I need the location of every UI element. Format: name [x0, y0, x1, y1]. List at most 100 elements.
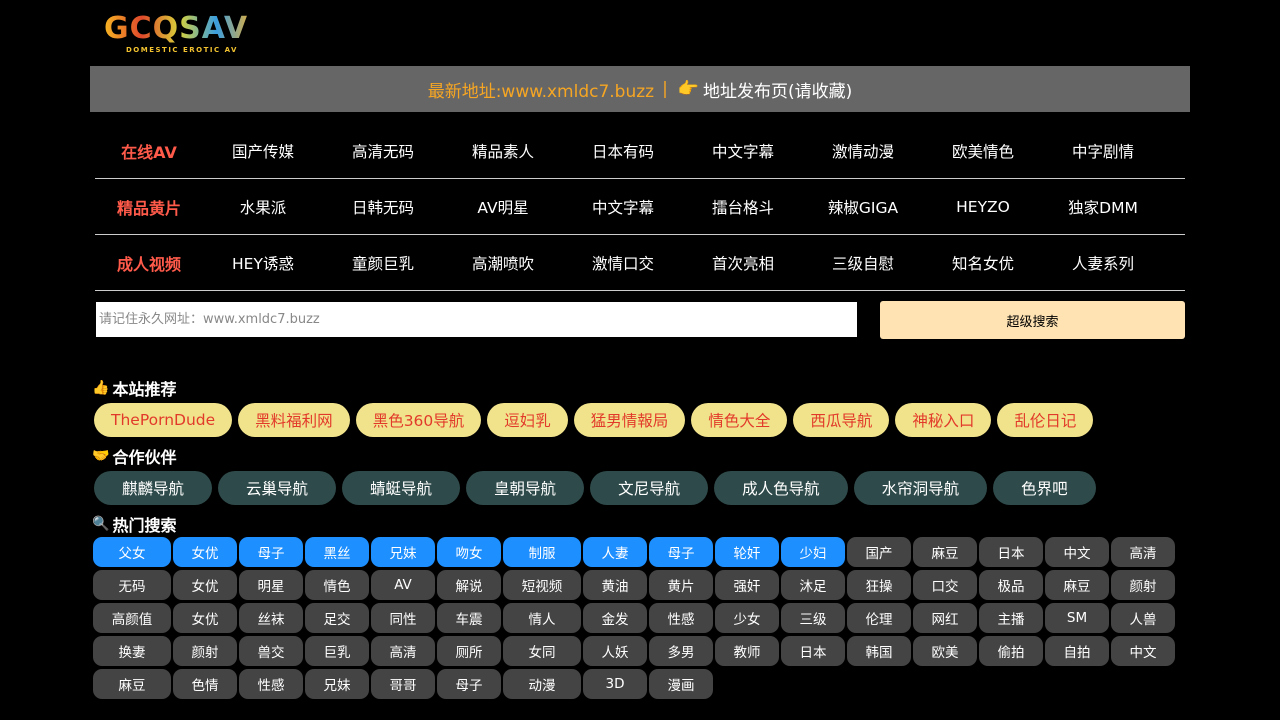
hot-search-tag[interactable]: 动漫 [503, 669, 581, 699]
nav-link[interactable]: 中文字幕 [563, 196, 683, 218]
nav-link[interactable]: 激情动漫 [803, 140, 923, 162]
hot-search-tag[interactable]: 无码 [93, 570, 171, 600]
partner-link[interactable]: 皇朝导航 [466, 471, 585, 505]
hot-search-tag[interactable]: 伦理 [847, 603, 911, 633]
recommend-link[interactable]: 猛男情報局 [573, 403, 686, 437]
hot-search-tag[interactable]: 少妇 [781, 537, 845, 567]
recommend-link[interactable]: ThePornDude [94, 403, 233, 437]
hot-search-tag[interactable]: 麻豆 [913, 537, 977, 567]
hot-search-tag[interactable]: 色情 [173, 669, 237, 699]
nav-link[interactable]: 独家DMM [1043, 196, 1163, 218]
hot-search-tag[interactable]: 欧美 [913, 636, 977, 666]
nav-link[interactable]: 中文字幕 [683, 140, 803, 162]
hot-search-tag[interactable]: 哥哥 [371, 669, 435, 699]
hot-search-tag[interactable]: 教师 [715, 636, 779, 666]
recommend-link[interactable]: 乱伦日记 [997, 403, 1094, 437]
hot-search-tag[interactable]: 性感 [649, 603, 713, 633]
hot-search-tag[interactable]: 明星 [239, 570, 303, 600]
recommend-link[interactable]: 逗妇乳 [487, 403, 568, 437]
hot-search-tag[interactable]: 极品 [979, 570, 1043, 600]
nav-row-heading[interactable]: 成人视频 [95, 251, 203, 275]
nav-link[interactable]: 日本有码 [563, 140, 683, 162]
hot-search-tag[interactable]: 制服 [503, 537, 581, 567]
hot-search-tag[interactable]: 多男 [649, 636, 713, 666]
hot-search-tag[interactable]: 口交 [913, 570, 977, 600]
hot-search-tag[interactable]: 丝袜 [239, 603, 303, 633]
hot-search-tag[interactable]: 网红 [913, 603, 977, 633]
hot-search-tag[interactable]: 国产 [847, 537, 911, 567]
hot-search-tag[interactable]: 女优 [173, 603, 237, 633]
hot-search-tag[interactable]: 日本 [781, 636, 845, 666]
nav-link[interactable]: 擂台格斗 [683, 196, 803, 218]
recommend-link[interactable]: 黑料福利网 [238, 403, 350, 437]
latest-address-link[interactable]: 最新地址:www.xmldc7.buzz [428, 77, 654, 102]
nav-link[interactable]: 知名女优 [923, 252, 1043, 274]
hot-search-tag[interactable]: 沐足 [781, 570, 845, 600]
hot-search-tag[interactable]: 情色 [305, 570, 369, 600]
hot-search-tag[interactable]: 兽交 [239, 636, 303, 666]
hot-search-tag[interactable]: 母子 [239, 537, 303, 567]
hot-search-tag[interactable]: 父女 [93, 537, 171, 567]
hot-search-tag[interactable]: 解说 [437, 570, 501, 600]
hot-search-tag[interactable]: 兄妹 [305, 669, 369, 699]
hot-search-tag[interactable]: 麻豆 [93, 669, 171, 699]
hot-search-tag[interactable]: 狂操 [847, 570, 911, 600]
hot-search-tag[interactable]: 三级 [781, 603, 845, 633]
partner-link[interactable]: 云巢导航 [218, 471, 337, 505]
nav-link[interactable]: HEYZO [923, 198, 1043, 216]
hot-search-tag[interactable]: 女同 [503, 636, 581, 666]
hot-search-tag[interactable]: 高清 [371, 636, 435, 666]
nav-link[interactable]: HEY诱惑 [203, 252, 323, 274]
nav-link[interactable]: 高清无码 [323, 140, 443, 162]
hot-search-tag[interactable]: 母子 [437, 669, 501, 699]
hot-search-tag[interactable]: 女优 [173, 570, 237, 600]
hot-search-tag[interactable]: 轮奸 [715, 537, 779, 567]
hot-search-tag[interactable]: 情人 [503, 603, 581, 633]
recommend-link[interactable]: 黑色360导航 [355, 403, 482, 437]
hot-search-tag[interactable]: 高清 [1111, 537, 1175, 567]
partner-link[interactable]: 蜻蜓导航 [342, 471, 461, 505]
nav-link[interactable]: 日韩无码 [323, 196, 443, 218]
partner-link[interactable]: 色界吧 [993, 471, 1096, 505]
hot-search-tag[interactable]: 中文 [1045, 537, 1109, 567]
nav-link[interactable]: 水果派 [203, 196, 323, 218]
hot-search-tag[interactable]: 偷拍 [979, 636, 1043, 666]
hot-search-tag[interactable]: 厕所 [437, 636, 501, 666]
hot-search-tag[interactable]: 3D [583, 669, 647, 699]
recommend-link[interactable]: 情色大全 [691, 403, 788, 437]
super-search-button[interactable]: 超级搜索 [880, 301, 1185, 339]
nav-row-heading[interactable]: 精品黄片 [95, 195, 203, 219]
hot-search-tag[interactable]: 同性 [371, 603, 435, 633]
partner-link[interactable]: 水帘洞导航 [853, 471, 988, 505]
hot-search-tag[interactable]: 黄片 [649, 570, 713, 600]
hot-search-tag[interactable]: 兄妹 [371, 537, 435, 567]
hot-search-tag[interactable]: 日本 [979, 537, 1043, 567]
hot-search-tag[interactable]: 短视频 [503, 570, 581, 600]
hot-search-tag[interactable]: 巨乳 [305, 636, 369, 666]
hot-search-tag[interactable]: 吻女 [437, 537, 501, 567]
hot-search-tag[interactable]: 麻豆 [1045, 570, 1109, 600]
partner-link[interactable]: 文尼导航 [590, 471, 709, 505]
hot-search-tag[interactable]: 人妖 [583, 636, 647, 666]
hot-search-tag[interactable]: 漫画 [649, 669, 713, 699]
hot-search-tag[interactable]: 颜射 [1111, 570, 1175, 600]
hot-search-tag[interactable]: 人妻 [583, 537, 647, 567]
recommend-link[interactable]: 西瓜导航 [793, 403, 890, 437]
hot-search-tag[interactable]: 性感 [239, 669, 303, 699]
nav-link[interactable]: 首次亮相 [683, 252, 803, 274]
nav-link[interactable]: 中字剧情 [1043, 140, 1163, 162]
hot-search-tag[interactable]: 强奸 [715, 570, 779, 600]
hot-search-tag[interactable]: 人兽 [1111, 603, 1175, 633]
hot-search-tag[interactable]: SM [1045, 603, 1109, 633]
address-release-page-link[interactable]: 地址发布页(请收藏) [703, 77, 852, 102]
hot-search-tag[interactable]: 韩国 [847, 636, 911, 666]
hot-search-tag[interactable]: 母子 [649, 537, 713, 567]
hot-search-tag[interactable]: 女优 [173, 537, 237, 567]
nav-link[interactable]: 三级自慰 [803, 252, 923, 274]
hot-search-tag[interactable]: 黑丝 [305, 537, 369, 567]
recommend-link[interactable]: 神秘入口 [895, 403, 992, 437]
nav-link[interactable]: 激情口交 [563, 252, 683, 274]
hot-search-tag[interactable]: 足交 [305, 603, 369, 633]
hot-search-tag[interactable]: 中文 [1111, 636, 1175, 666]
nav-link[interactable]: 人妻系列 [1043, 252, 1163, 274]
